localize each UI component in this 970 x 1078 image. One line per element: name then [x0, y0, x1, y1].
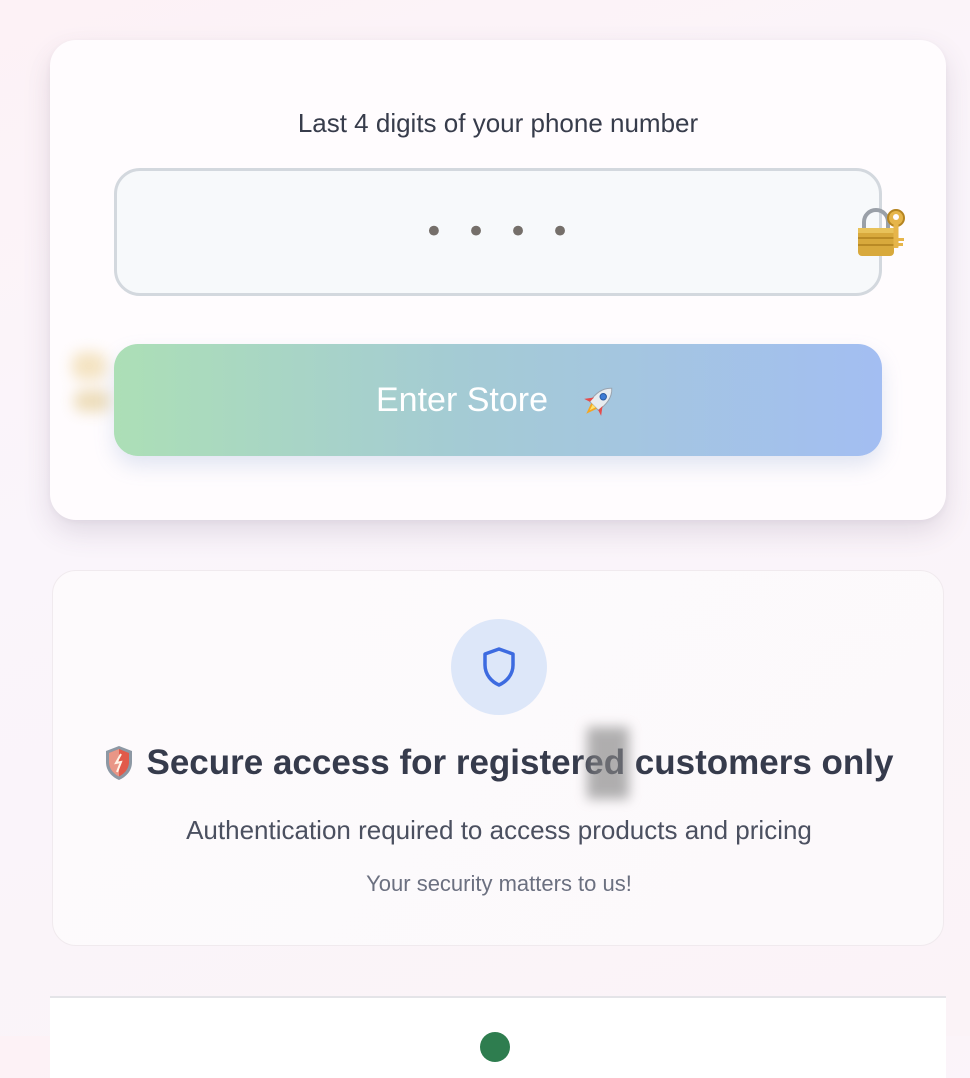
- enter-store-label: Enter Store: [376, 380, 548, 419]
- shield-badge: [451, 619, 547, 715]
- info-note: Your security matters to us!: [366, 871, 632, 896]
- info-subtitle: Authentication required to access produc…: [186, 815, 812, 845]
- enter-store-button[interactable]: Enter Store: [114, 344, 882, 456]
- faded-icon: [72, 352, 110, 412]
- pin-label: Last 4 digits of your phone number: [297, 108, 699, 138]
- rocket-icon: [584, 387, 613, 416]
- shield-emoji-icon: [106, 746, 133, 780]
- info-title: Secure access for registered customers o…: [146, 743, 894, 782]
- pin-input[interactable]: [114, 168, 882, 296]
- info-title-row: Secure access for registered customers o…: [53, 743, 945, 783]
- shield-outline-icon: [483, 647, 515, 687]
- blurred-overlay: [587, 727, 629, 799]
- security-info-card: Secure access for registered customers o…: [52, 570, 944, 946]
- status-dot-icon: [480, 1032, 510, 1062]
- lock-with-key-icon: [858, 208, 905, 256]
- bottom-card: [50, 996, 946, 1078]
- login-card: Last 4 digits of your phone number Enter…: [50, 40, 946, 520]
